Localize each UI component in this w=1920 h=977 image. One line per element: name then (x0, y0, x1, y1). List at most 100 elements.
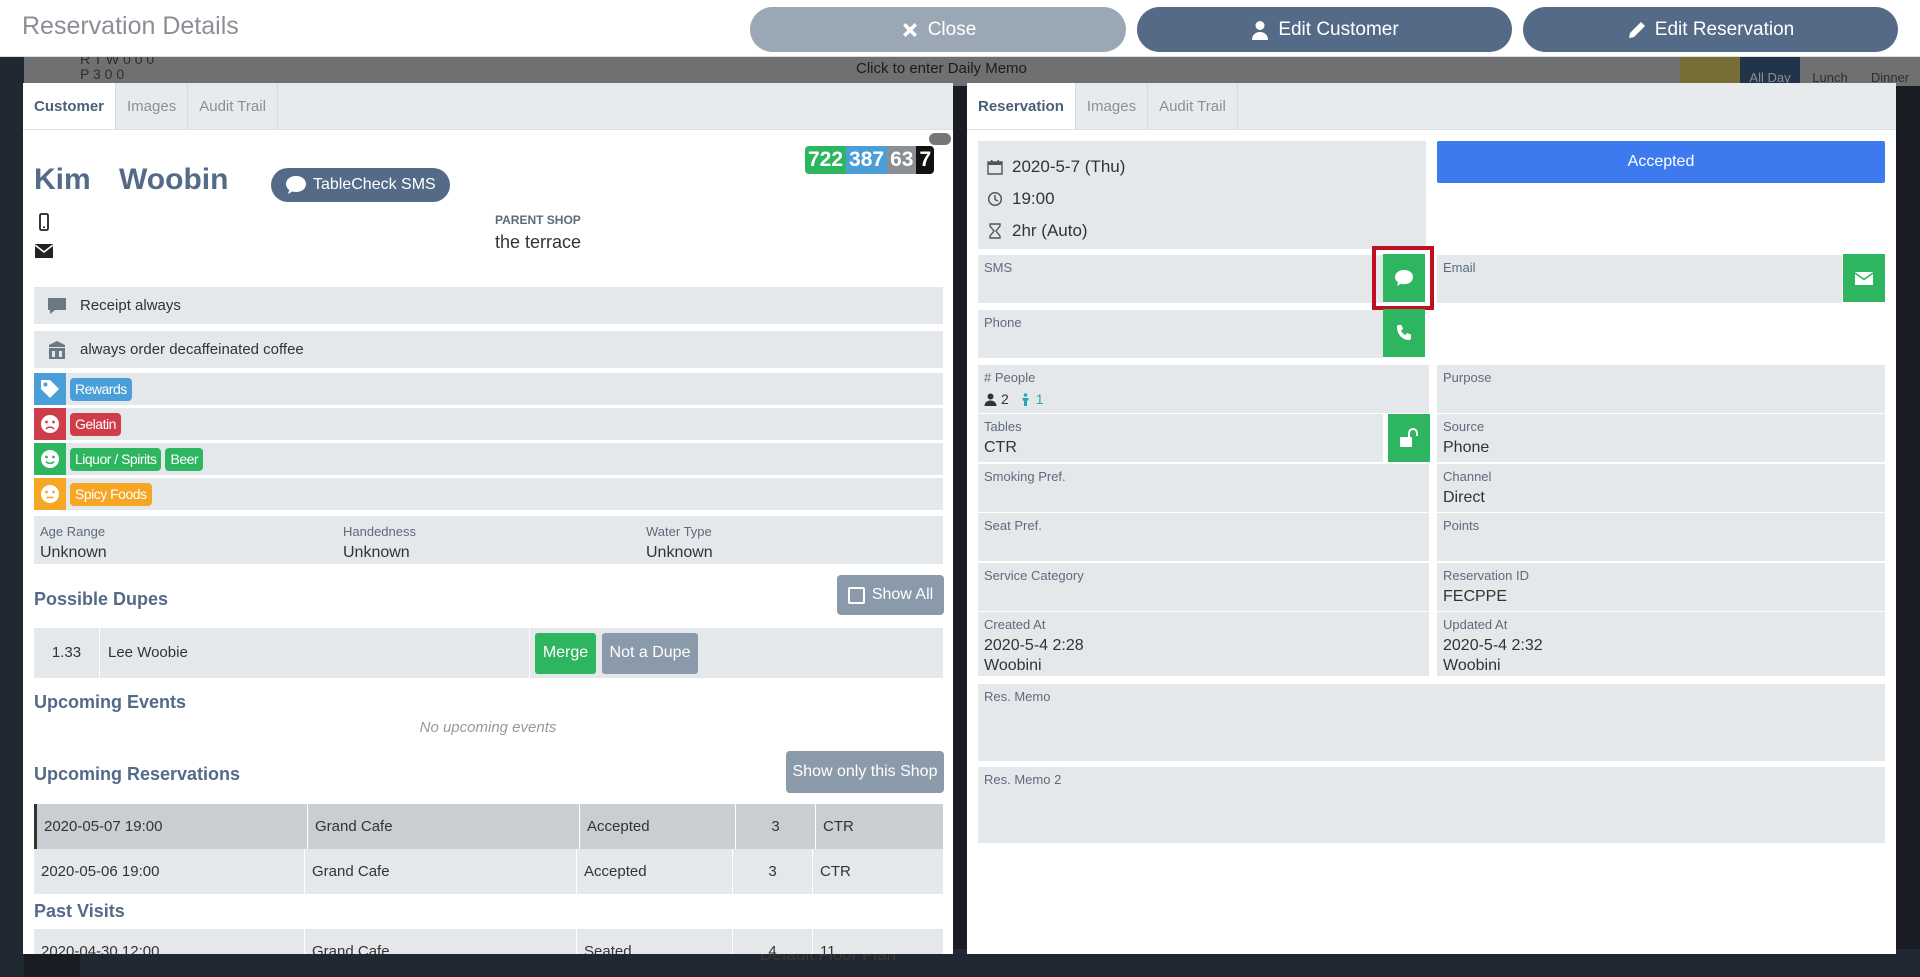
chat-bubble-icon (286, 176, 306, 194)
service-category-field[interactable]: Service Category (978, 563, 1429, 611)
dupe-score: 1.33 (34, 628, 100, 678)
show-all-checkbox[interactable]: Show All (837, 575, 944, 615)
not-a-dupe-button[interactable]: Not a Dupe (602, 632, 698, 674)
child-icon (1021, 392, 1029, 406)
upcoming-events-title: Upcoming Events (34, 692, 187, 712)
tablecheck-sms-button[interactable]: TableCheck SMS (271, 168, 450, 202)
updated-at-label: Updated At (1443, 617, 1508, 632)
tablecheck-sms-label: TableCheck SMS (313, 176, 436, 193)
reservation-tabs: Reservation Images Audit Trail (967, 83, 1896, 130)
edit-customer-button[interactable]: Edit Customer (1137, 7, 1512, 52)
res-date: 2020-05-07 19:00 (37, 804, 308, 849)
smoking-field[interactable]: Smoking Pref. (978, 464, 1429, 512)
tab-reservation-audit-trail[interactable]: Audit Trail (1148, 83, 1238, 129)
visit-date: 2020-04-30 12:00 (34, 929, 305, 954)
no-events-message: No upcoming events (419, 719, 557, 736)
reservation-row[interactable]: 2020-05-06 19:00 Grand Cafe Accepted 3 C… (34, 849, 943, 894)
res-table: CTR (823, 818, 854, 835)
attr-label: Water Type (646, 524, 712, 539)
res-memo-2-field[interactable]: Res. Memo 2 (978, 767, 1885, 843)
customer-first-name: Kim (34, 163, 91, 196)
tab-customer[interactable]: Customer (23, 83, 117, 129)
tab-reservation[interactable]: Reservation (967, 83, 1076, 129)
tag-icon-box (34, 373, 66, 405)
customer-attributes: Age Range Unknown Handedness Unknown Wat… (34, 516, 943, 564)
visit-table: 11 (820, 943, 836, 954)
res-duration-line: 2hr (Auto) (987, 215, 1417, 247)
user-icon (1252, 20, 1269, 40)
past-visits-title: Past Visits (34, 901, 125, 921)
res-status: Accepted (580, 804, 736, 849)
points-field[interactable]: Points (1437, 513, 1885, 561)
reservation-id-value: FECPPE (1443, 588, 1508, 605)
tables-field[interactable]: Tables CTR (978, 414, 1383, 462)
res-duration: 2hr (Auto) (1012, 221, 1088, 240)
send-email-button[interactable] (1843, 254, 1885, 302)
tag-icon-box (34, 443, 66, 475)
source-field[interactable]: Source Phone (1437, 414, 1885, 462)
attr-value: Unknown (646, 544, 713, 561)
res-people: 3 (736, 804, 816, 849)
tab-customer-audit-trail[interactable]: Audit Trail (188, 83, 278, 129)
channel-field[interactable]: Channel Direct (1437, 464, 1885, 512)
past-visit-row[interactable]: 2020-04-30 12:00 Grand Cafe Seated 4 11 (34, 929, 943, 954)
res-table: CTR (820, 863, 851, 880)
tag-like: Beer (165, 447, 204, 471)
purpose-field[interactable]: Purpose (1437, 365, 1885, 413)
table-lock-button[interactable] (1388, 414, 1430, 462)
possible-dupes-title: Possible Dupes (34, 589, 169, 609)
res-shop: Grand Cafe (308, 804, 580, 849)
tag-row-neutral: Spicy Foods (34, 478, 943, 510)
res-shop: Grand Cafe (305, 849, 577, 894)
tag-row-rewards: Rewards (34, 373, 943, 405)
visit-shop: Grand Cafe (305, 929, 577, 954)
source-label: Source (1443, 419, 1485, 434)
res-status: Accepted (577, 849, 733, 894)
people-label: # People (984, 370, 1036, 385)
status-accepted-button[interactable]: Accepted (1437, 141, 1885, 183)
score-visits: 722 (805, 146, 847, 174)
call-phone-button[interactable] (1383, 309, 1425, 357)
attr-age-range: Age Range Unknown (34, 516, 337, 564)
reservation-panel: Reservation Images Audit Trail 2020-5-7 … (967, 83, 1896, 954)
seat-pref-field[interactable]: Seat Pref. (978, 513, 1429, 561)
unlock-icon (1400, 428, 1418, 447)
customer-note: Receipt always (34, 287, 943, 324)
updated-at-field: Updated At 2020-5-4 2:32 Woobini (1437, 612, 1885, 676)
attr-value: Unknown (343, 544, 410, 561)
attr-handedness: Handedness Unknown (337, 516, 640, 564)
customer-panel: Customer Images Audit Trail 722 387 63 7… (23, 83, 953, 954)
close-button[interactable]: Close (750, 7, 1126, 52)
source-value: Phone (1443, 439, 1490, 456)
channel-value: Direct (1443, 489, 1485, 506)
phone-field: Phone (978, 310, 1383, 358)
res-memo-2-label: Res. Memo 2 (984, 772, 1062, 787)
reservation-datetime[interactable]: 2020-5-7 (Thu) 19:00 2hr (Auto) (978, 141, 1426, 249)
parent-shop-label: PARENT SHOP (495, 213, 581, 227)
customer-name: Kim Woobin (34, 163, 228, 197)
modal-header: Reservation Details Close Edit Customer … (0, 0, 1920, 57)
points-label: Points (1443, 518, 1480, 533)
score-spend: 387 (846, 146, 888, 174)
res-time-line: 19:00 (987, 183, 1417, 215)
customer-note-text: Receipt always (80, 297, 181, 314)
tag-rewards: Rewards (70, 377, 132, 401)
parent-shop-value: the terrace (495, 232, 582, 252)
people-field[interactable]: # People 2 1 (978, 365, 1429, 413)
close-label: Close (927, 18, 977, 40)
visit-status: Seated (577, 929, 733, 954)
comment-icon (48, 297, 66, 314)
res-memo-field[interactable]: Res. Memo (978, 684, 1885, 761)
updated-by: Woobini (1443, 657, 1501, 674)
dupe-name[interactable]: Lee Woobie (100, 628, 530, 678)
reservation-row[interactable]: 2020-05-07 19:00 Grand Cafe Accepted 3 C… (34, 804, 943, 849)
tables-value: CTR (984, 439, 1017, 456)
res-memo-label: Res. Memo (984, 689, 1051, 704)
tab-reservation-images[interactable]: Images (1076, 83, 1149, 129)
smoking-label: Smoking Pref. (984, 469, 1066, 484)
tab-customer-images[interactable]: Images (116, 83, 189, 129)
res-date: 2020-05-06 19:00 (34, 849, 305, 894)
edit-reservation-button[interactable]: Edit Reservation (1523, 7, 1898, 52)
merge-button[interactable]: Merge (535, 632, 596, 674)
show-only-this-shop-button[interactable]: Show only this Shop (786, 751, 944, 793)
